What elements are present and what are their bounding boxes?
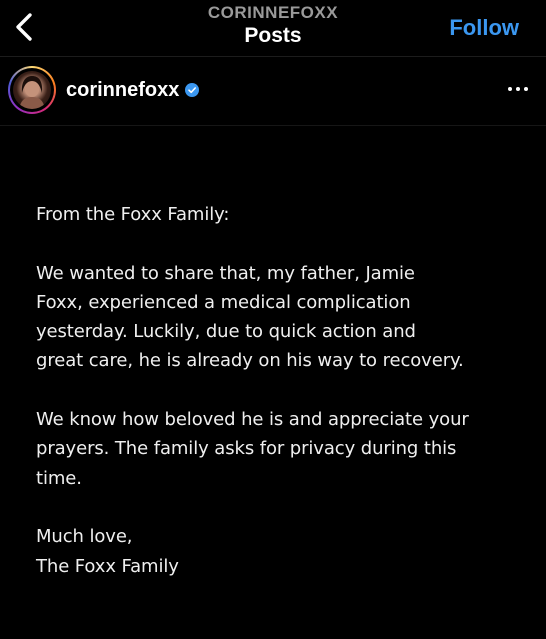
username[interactable]: corinnefoxx <box>66 78 179 102</box>
post-author-row: corinnefoxx <box>0 57 546 125</box>
top-nav-bar: CORINNEFOXX Posts Follow <box>0 0 546 56</box>
more-horizontal-icon <box>508 87 528 91</box>
chevron-left-icon <box>16 13 32 41</box>
post-text-image: From the Foxx Family: We wanted to share… <box>36 200 526 610</box>
avatar <box>13 71 51 109</box>
username-row: corinnefoxx <box>66 78 200 102</box>
avatar-story-ring[interactable] <box>8 66 56 114</box>
more-options-button[interactable] <box>506 79 530 99</box>
back-button[interactable] <box>10 10 42 44</box>
follow-button[interactable]: Follow <box>449 14 519 42</box>
post-paragraph: We know how beloved he is and appreciate… <box>36 409 469 489</box>
post-paragraph: We wanted to share that, my father, Jami… <box>36 262 464 372</box>
avatar-portrait-icon <box>19 76 45 109</box>
verified-badge-icon <box>185 83 200 97</box>
post-paragraph: From the Foxx Family: <box>36 204 230 225</box>
post-header-divider <box>0 125 546 126</box>
post-paragraph: Much love, The Foxx Family <box>36 526 179 577</box>
